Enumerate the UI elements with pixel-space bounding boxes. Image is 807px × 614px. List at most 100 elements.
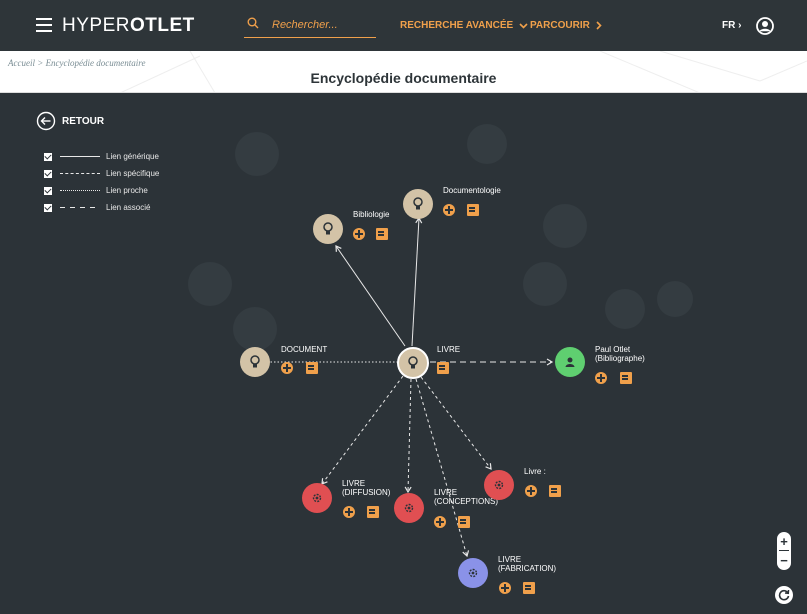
back-button[interactable]: RETOUR [36, 111, 104, 131]
breadcrumb: Accueil > Encyclopédie documentaire [8, 58, 145, 68]
breadcrumb-home-link[interactable]: Accueil [8, 58, 35, 68]
node-label-paul-otlet-line2: (Bibliographe) [595, 354, 645, 363]
node-documentologie-note-icon[interactable] [467, 204, 479, 216]
node-label-conceptions-line2: (CONCEPTIONS) [434, 497, 498, 506]
page-title: Encyclopédie documentaire [310, 70, 497, 86]
edge-livre-bibliologie [335, 245, 406, 347]
node-livre-conceptions-note-icon[interactable] [458, 516, 470, 528]
node-label-documentologie: Documentologie [443, 186, 501, 195]
edge-livre-livre-colon [420, 376, 492, 470]
reset-view-button[interactable] [775, 586, 793, 604]
node-document[interactable] [240, 347, 270, 377]
gear-icon [312, 493, 322, 503]
node-livre-fabrication-note-icon[interactable] [523, 582, 535, 594]
edge-livre-documentologie [411, 216, 423, 347]
node-livre-conceptions[interactable] [394, 493, 424, 523]
node-documentologie-add-icon[interactable] [443, 204, 455, 216]
gear-icon [404, 503, 414, 513]
search-box [244, 16, 376, 38]
gear-icon [468, 568, 478, 578]
language-selector[interactable]: FR › [722, 20, 741, 31]
legend-close-checkbox[interactable] [44, 186, 52, 195]
node-livre-fabrication[interactable] [458, 558, 488, 588]
legend-specific-label: Lien spécifique [106, 169, 160, 178]
node-label-diffusion-line1: LIVRE [342, 479, 366, 488]
gear-icon [494, 480, 504, 490]
chevron-down-icon [519, 22, 528, 29]
legend-associated-label: Lien associé [106, 203, 151, 212]
legend-solid-line [60, 156, 100, 157]
person-icon [565, 357, 575, 367]
chevron-right-icon: › [738, 20, 742, 31]
lightbulb-icon [413, 197, 423, 210]
back-label: RETOUR [62, 115, 105, 127]
legend-close-label: Lien proche [106, 186, 148, 195]
node-label-fabrication-line1: LIVRE [498, 555, 522, 564]
language-label: FR [722, 20, 736, 31]
search-input[interactable] [272, 16, 372, 34]
legend-generic-label: Lien générique [106, 152, 159, 161]
node-label-paul-otlet-line1: Paul Otlet [595, 345, 631, 354]
legend-associated-checkbox[interactable] [44, 203, 52, 212]
node-paul-otlet-add-icon[interactable] [595, 372, 607, 384]
node-livre-conceptions-add-icon[interactable] [434, 516, 446, 528]
legend-specific: Lien spécifique [44, 165, 159, 182]
node-livre-diffusion[interactable] [302, 483, 332, 513]
brand-logo[interactable]: HYPEROTLET [62, 15, 195, 37]
lightbulb-icon [323, 222, 333, 235]
node-livre-colon-note-icon[interactable] [549, 485, 561, 497]
node-livre-colon[interactable] [484, 470, 514, 500]
node-label-paul-otlet: Paul Otlet (Bibliographe) [595, 345, 645, 363]
node-documentologie[interactable] [403, 189, 433, 219]
concept-graph[interactable]: RETOUR Lien générique Lien spécifique Li… [0, 94, 807, 614]
advanced-search-link[interactable]: RECHERCHE AVANCÉE [400, 20, 528, 31]
node-label-fabrication-line2: (FABRICATION) [498, 564, 557, 573]
breadcrumb-current-link[interactable]: Encyclopédie documentaire [46, 58, 146, 68]
advanced-search-label: RECHERCHE AVANCÉE [400, 20, 514, 31]
zoom-divider [779, 550, 789, 551]
node-livre-diffusion-add-icon[interactable] [343, 506, 355, 518]
node-bibliologie-note-icon[interactable] [376, 228, 388, 240]
node-livre-diffusion-note-icon[interactable] [367, 506, 379, 518]
background-decoration [188, 124, 693, 351]
brand-bold: OTLET [129, 15, 195, 36]
node-label-livre-diffusion: LIVRE (DIFFUSION) [342, 479, 390, 497]
node-label-diffusion-line2: (DIFFUSION) [342, 488, 391, 497]
legend-specific-checkbox[interactable] [44, 169, 52, 178]
node-livre[interactable] [397, 347, 429, 379]
edge-livre-fabrication [415, 378, 470, 558]
zoom-out-button[interactable]: − [777, 552, 791, 568]
node-label-livre: LIVRE [437, 345, 461, 354]
browse-label: PARCOURIR [530, 20, 590, 31]
node-document-note-icon[interactable] [306, 362, 318, 374]
legend-longdash-line [60, 207, 100, 208]
zoom-control: + − [777, 532, 791, 570]
lightbulb-icon [408, 356, 418, 369]
arrow-left-icon [36, 111, 56, 131]
link-legend: Lien générique Lien spécifique Lien proc… [44, 148, 159, 216]
node-livre-colon-add-icon[interactable] [525, 485, 537, 497]
legend-close: Lien proche [44, 182, 159, 199]
node-label-document: DOCUMENT [281, 345, 328, 354]
node-document-add-icon[interactable] [281, 362, 293, 374]
node-livre-fabrication-add-icon[interactable] [499, 582, 511, 594]
node-bibliologie[interactable] [313, 214, 343, 244]
user-account-icon[interactable] [756, 17, 774, 35]
search-icon[interactable] [247, 17, 259, 29]
page-header: Accueil > Encyclopédie documentaire Ency… [0, 51, 807, 93]
legend-generic-checkbox[interactable] [44, 152, 52, 161]
node-paul-otlet-note-icon[interactable] [620, 372, 632, 384]
menu-icon[interactable] [36, 18, 52, 32]
node-bibliologie-add-icon[interactable] [353, 228, 365, 240]
refresh-icon [778, 589, 790, 601]
zoom-in-button[interactable]: + [777, 533, 791, 549]
node-label-conceptions-line1: LIVRE [434, 488, 458, 497]
chevron-right-icon [596, 21, 602, 30]
edge-livre-diffusion [321, 375, 404, 485]
node-label-livre-fabrication: LIVRE (FABRICATION) [498, 555, 556, 573]
node-label-bibliologie: Bibliologie [353, 210, 390, 219]
node-paul-otlet[interactable] [555, 347, 585, 377]
browse-link[interactable]: PARCOURIR [530, 20, 602, 31]
node-livre-note-icon[interactable] [437, 362, 449, 374]
node-label-livre-colon: Livre : [524, 467, 546, 476]
